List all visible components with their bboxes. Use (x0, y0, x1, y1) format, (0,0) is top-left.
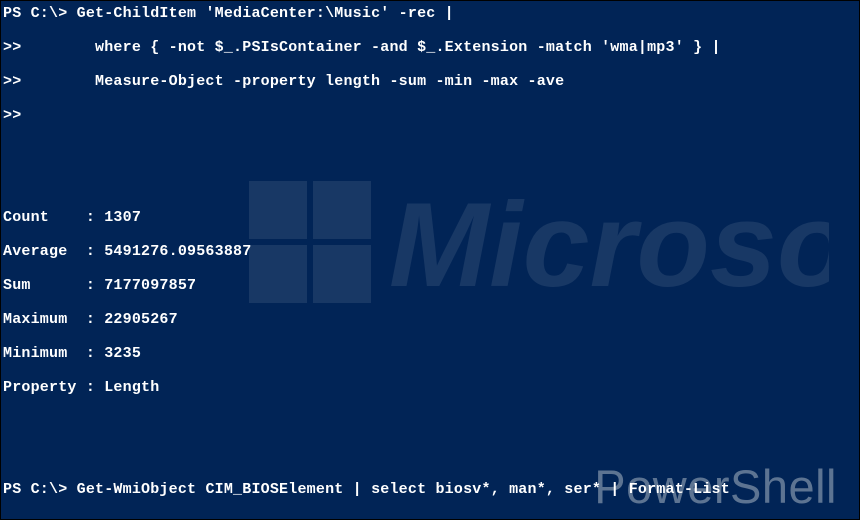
command-text: Get-ChildItem 'MediaCenter:\Music' -rec … (67, 5, 453, 22)
terminal-output[interactable]: PS C:\> Get-ChildItem 'MediaCenter:\Musi… (1, 1, 859, 520)
output-label: Sum : (3, 277, 104, 294)
continuation-prompt: >> (3, 39, 21, 56)
command-text: Get-WmiObject CIM_BIOSElement | select b… (67, 481, 730, 498)
command-text: Measure-Object -property length -sum -mi… (21, 73, 564, 90)
prompt: PS C:\> (3, 481, 67, 498)
output-value: 7177097857 (104, 277, 196, 294)
prompt: PS C:\> (3, 5, 67, 22)
output-label: Average : (3, 243, 104, 260)
continuation-prompt: >> (3, 107, 21, 124)
output-label: Maximum : (3, 311, 104, 328)
output-value: 22905267 (104, 311, 178, 328)
output-value: 3235 (104, 345, 141, 362)
output-value: Length (104, 379, 159, 396)
output-label: Minimum : (3, 345, 104, 362)
output-label: Property : (3, 379, 104, 396)
continuation-prompt: >> (3, 73, 21, 90)
command-text: where { -not $_.PSIsContainer -and $_.Ex… (21, 39, 720, 56)
output-label: Count : (3, 209, 104, 226)
output-value: 5491276.09563887 (104, 243, 251, 260)
output-value: 1307 (104, 209, 141, 226)
